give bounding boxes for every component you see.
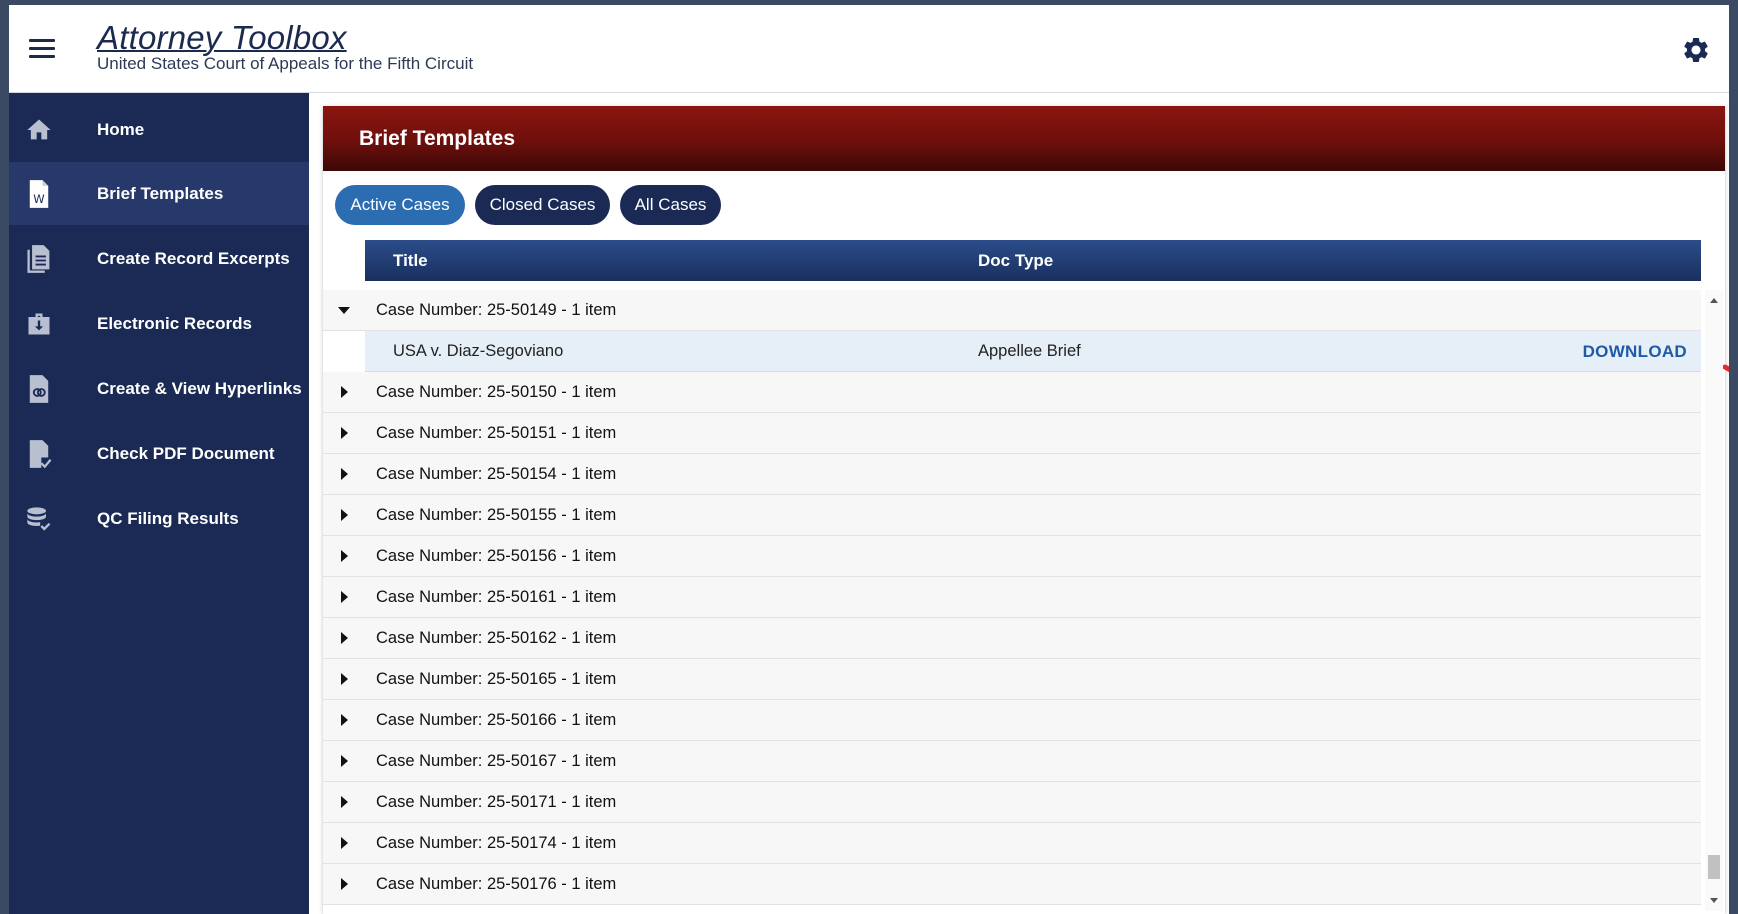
group-label: Case Number: 25-50155 - 1 item: [376, 506, 617, 524]
download-link[interactable]: DOWNLOAD: [1583, 342, 1687, 362]
group-label: Case Number: 25-50162 - 1 item: [376, 629, 617, 647]
filter-closed-cases-button[interactable]: Closed Cases: [475, 185, 610, 225]
group-label: Case Number: 25-50171 - 1 item: [376, 793, 617, 811]
sidebar-item-label: Create & View Hyperlinks: [97, 378, 302, 398]
page-title: Brief Templates: [359, 127, 515, 150]
caret-right-icon[interactable]: [337, 754, 351, 768]
table-row[interactable]: USA v. Diaz-Segoviano Appellee Brief DOW…: [365, 331, 1701, 372]
group-label: Case Number: 25-50176 - 1 item: [376, 875, 617, 893]
sidebar-item-label: Electronic Records: [97, 313, 252, 333]
settings-gear-icon[interactable]: [1681, 35, 1711, 65]
sidebar-item-create-record-excerpts[interactable]: Create Record Excerpts: [9, 227, 309, 290]
column-header-title[interactable]: Title: [393, 251, 428, 271]
filter-active-cases-button[interactable]: Active Cases: [335, 185, 465, 225]
word-document-icon: W: [23, 178, 55, 210]
grid-body: Case Number: 25-50149 - 1 item USA v. Di…: [323, 290, 1701, 911]
sidebar-item-label: QC Filing Results: [97, 508, 239, 528]
caret-right-icon[interactable]: [337, 426, 351, 440]
svg-text:W: W: [33, 192, 45, 206]
brief-templates-card: Brief Templates Active Cases Closed Case…: [323, 106, 1729, 914]
caret-right-icon[interactable]: [337, 672, 351, 686]
group-row[interactable]: Case Number: 25-50167 - 1 item: [323, 741, 1701, 782]
caret-right-icon[interactable]: [337, 877, 351, 891]
scroll-up-icon[interactable]: [1709, 296, 1719, 306]
sidebar-item-label: Home: [97, 119, 145, 139]
sidebar: Home W Brief Templates Create Record Exc…: [9, 93, 309, 914]
caret-right-icon[interactable]: [337, 549, 351, 563]
cell-title: USA v. Diaz-Segoviano: [393, 342, 564, 360]
caret-right-icon[interactable]: [337, 467, 351, 481]
group-row[interactable]: Case Number: 25-50176 - 1 item: [323, 864, 1701, 905]
group-row[interactable]: Case Number: 25-50166 - 1 item: [323, 700, 1701, 741]
group-row[interactable]: Case Number: 25-50171 - 1 item: [323, 782, 1701, 823]
group-label: Case Number: 25-50174 - 1 item: [376, 834, 617, 852]
annotation-arrow-icon: [1723, 364, 1729, 373]
group-label: Case Number: 25-50166 - 1 item: [376, 711, 617, 729]
group-row[interactable]: Case Number: 25-50161 - 1 item: [323, 577, 1701, 618]
grid-scrollbar[interactable]: [1705, 290, 1723, 911]
card-header: Brief Templates: [323, 106, 1725, 171]
database-check-icon: [23, 503, 55, 535]
caret-right-icon[interactable]: [337, 590, 351, 604]
hamburger-menu-icon[interactable]: [29, 39, 55, 59]
column-header-doc-type[interactable]: Doc Type: [978, 251, 1053, 271]
group-label: Case Number: 25-50149 - 1 item: [376, 301, 617, 319]
filter-all-cases-button[interactable]: All Cases: [620, 185, 721, 225]
group-row[interactable]: Case Number: 25-50155 - 1 item: [323, 495, 1701, 536]
sidebar-item-check-pdf-document[interactable]: Check PDF Document: [9, 422, 309, 485]
caret-right-icon[interactable]: [337, 631, 351, 645]
sidebar-item-label: Check PDF Document: [97, 443, 275, 463]
top-bar: Attorney Toolbox United States Court of …: [9, 5, 1729, 93]
caret-right-icon[interactable]: [337, 385, 351, 399]
scroll-down-icon[interactable]: [1709, 895, 1719, 905]
group-row[interactable]: Case Number: 25-50150 - 1 item: [323, 372, 1701, 413]
sidebar-item-label: Brief Templates: [97, 183, 224, 203]
group-label: Case Number: 25-50154 - 1 item: [376, 465, 617, 483]
group-row[interactable]: Case Number: 25-50162 - 1 item: [323, 618, 1701, 659]
group-row[interactable]: Case Number: 25-50154 - 1 item: [323, 454, 1701, 495]
caret-down-icon[interactable]: [337, 303, 351, 317]
briefcase-download-icon: [23, 308, 55, 340]
grid-header: Title Doc Type: [365, 240, 1701, 281]
window-frame: Attorney Toolbox United States Court of …: [0, 0, 1738, 914]
caret-right-icon[interactable]: [337, 836, 351, 850]
sidebar-item-label: Create Record Excerpts: [97, 248, 290, 268]
caret-right-icon[interactable]: [337, 508, 351, 522]
group-row[interactable]: Case Number: 25-50156 - 1 item: [323, 536, 1701, 577]
sidebar-item-brief-templates[interactable]: W Brief Templates: [9, 162, 309, 225]
group-row[interactable]: Case Number: 25-50165 - 1 item: [323, 659, 1701, 700]
app-subtitle: United States Court of Appeals for the F…: [97, 54, 474, 73]
app-title[interactable]: Attorney Toolbox: [97, 21, 347, 54]
scroll-thumb[interactable]: [1708, 855, 1720, 879]
sidebar-item-home[interactable]: Home: [9, 98, 309, 161]
group-row[interactable]: Case Number: 25-50151 - 1 item: [323, 413, 1701, 454]
group-label: Case Number: 25-50165 - 1 item: [376, 670, 617, 688]
group-row[interactable]: Case Number: 25-50174 - 1 item: [323, 823, 1701, 864]
group-label: Case Number: 25-50150 - 1 item: [376, 383, 617, 401]
document-check-icon: [23, 438, 55, 470]
group-label: Case Number: 25-50156 - 1 item: [376, 547, 617, 565]
sidebar-item-create-view-hyperlinks[interactable]: Create & View Hyperlinks: [9, 357, 309, 420]
app-window: Attorney Toolbox United States Court of …: [9, 5, 1729, 914]
group-label: Case Number: 25-50161 - 1 item: [376, 588, 617, 606]
home-icon: [23, 114, 55, 146]
sidebar-item-qc-filing-results[interactable]: QC Filing Results: [9, 487, 309, 550]
group-label: Case Number: 25-50167 - 1 item: [376, 752, 617, 770]
caret-right-icon[interactable]: [337, 795, 351, 809]
cell-doc-type: Appellee Brief: [978, 342, 1081, 360]
sidebar-item-electronic-records[interactable]: Electronic Records: [9, 292, 309, 355]
group-label: Case Number: 25-50151 - 1 item: [376, 424, 617, 442]
link-document-icon: [23, 373, 55, 405]
group-row[interactable]: Case Number: 25-50149 - 1 item: [323, 290, 1701, 331]
document-stack-icon: [23, 243, 55, 275]
caret-right-icon[interactable]: [337, 713, 351, 727]
